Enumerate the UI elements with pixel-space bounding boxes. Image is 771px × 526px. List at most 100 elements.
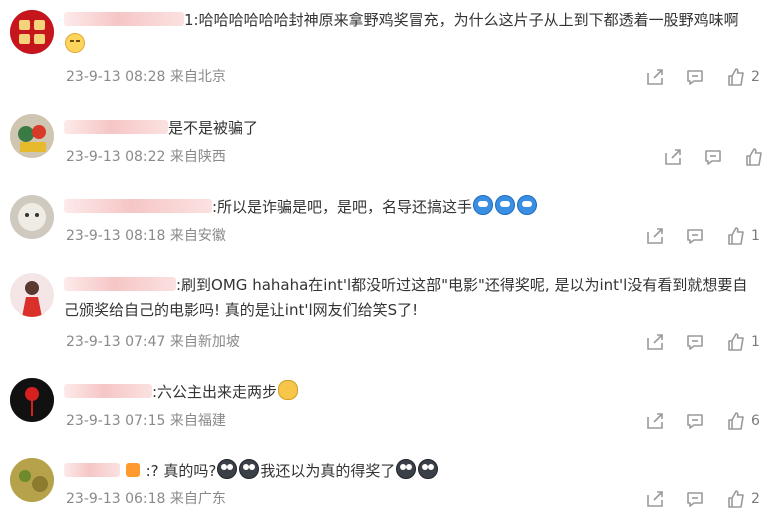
comment-icon bbox=[687, 335, 703, 350]
reply-button[interactable] bbox=[685, 67, 705, 87]
share-button[interactable] bbox=[645, 226, 665, 246]
comment-text: 是不是被骗了 bbox=[64, 116, 755, 141]
comment-item: :六公主出来走两步 23-9-13 07:15 来自福建 6 bbox=[0, 363, 771, 443]
avatar-logo-icon bbox=[10, 10, 54, 54]
comment-meta: 23-9-13 08:28 来自北京 bbox=[66, 69, 226, 85]
owl-emoji-icon bbox=[239, 459, 260, 479]
like-button[interactable] bbox=[726, 489, 746, 509]
avatar-image-icon bbox=[10, 458, 54, 502]
comment-actions: 1 bbox=[640, 332, 765, 354]
share-button[interactable] bbox=[663, 147, 683, 167]
username-redacted[interactable] bbox=[64, 199, 212, 213]
owl-emoji-icon bbox=[396, 459, 417, 479]
username-redacted[interactable] bbox=[64, 12, 184, 26]
comment-item: :所以是诈骗是吧，是吧，名导还搞这手 23-9-13 08:18 来自安徽 1 bbox=[0, 183, 771, 263]
comment-icon bbox=[687, 492, 703, 507]
comment-body-continued: 我还以为真的得奖了 bbox=[260, 462, 396, 480]
comment-text: :六公主出来走两步 bbox=[64, 380, 755, 405]
like-button[interactable] bbox=[726, 332, 746, 352]
share-button[interactable] bbox=[645, 67, 665, 87]
avatar[interactable] bbox=[10, 273, 54, 317]
share-icon bbox=[665, 149, 681, 165]
crying-emoji-icon bbox=[495, 195, 516, 215]
share-icon bbox=[647, 228, 663, 244]
username-redacted[interactable] bbox=[64, 277, 176, 291]
avatar[interactable] bbox=[10, 10, 54, 54]
comment-meta: 23-9-13 07:15 来自福建 bbox=[66, 413, 226, 429]
like-count: 1 bbox=[751, 334, 760, 350]
avatar[interactable] bbox=[10, 458, 54, 502]
like-button[interactable] bbox=[726, 411, 746, 431]
comment-body: :所以是诈骗是吧，是吧，名导还搞这手 bbox=[212, 198, 473, 216]
comment-actions: 6 bbox=[640, 411, 765, 433]
like-button[interactable] bbox=[744, 147, 764, 167]
avatar[interactable] bbox=[10, 195, 54, 239]
comment-item: :? 真的吗? 我还以为真的得奖了 23-9-13 06:18 来自广东 2 bbox=[0, 443, 771, 526]
laugh-emoji-icon bbox=[65, 33, 85, 53]
comment-body: 是不是被骗了 bbox=[168, 119, 259, 137]
comment-icon bbox=[687, 414, 703, 429]
comment-body: :哈哈哈哈哈哈封神原来拿野鸡奖冒充，为什么这片子从上到下都透着一股野鸡味啊 bbox=[193, 11, 739, 29]
like-button[interactable] bbox=[726, 226, 746, 246]
like-button[interactable] bbox=[726, 67, 746, 87]
clapping-emoji-icon bbox=[278, 380, 299, 400]
reply-button[interactable] bbox=[685, 226, 705, 246]
comment-meta: 23-9-13 08:22 来自陕西 bbox=[66, 149, 226, 165]
thumbs-up-icon bbox=[728, 333, 744, 351]
username-redacted[interactable] bbox=[64, 384, 152, 398]
reply-button[interactable] bbox=[703, 147, 723, 167]
comment-text: :? 真的吗? 我还以为真的得奖了 bbox=[64, 459, 755, 484]
thumbs-up-icon bbox=[746, 148, 762, 166]
avatar[interactable] bbox=[10, 378, 54, 422]
thumbs-up-icon bbox=[728, 227, 744, 245]
avatar[interactable] bbox=[10, 114, 54, 158]
reply-button[interactable] bbox=[685, 332, 705, 352]
comment-item: :刷到OMG hahaha在int'l都没听过这部"电影"还得奖呢, 是以为in… bbox=[0, 263, 771, 363]
reply-button[interactable] bbox=[685, 489, 705, 509]
username-suffix: 1 bbox=[184, 11, 194, 29]
owl-emoji-icon bbox=[217, 459, 238, 479]
username-redacted[interactable] bbox=[64, 463, 120, 477]
comment-item: 1:哈哈哈哈哈哈封神原来拿野鸡奖冒充，为什么这片子从上到下都透着一股野鸡味啊 2… bbox=[0, 0, 771, 97]
comment-actions bbox=[658, 147, 768, 169]
comment-text: :刷到OMG hahaha在int'l都没听过这部"电影"还得奖呢, 是以为in… bbox=[64, 273, 755, 323]
share-icon bbox=[647, 491, 663, 507]
like-count: 6 bbox=[751, 413, 760, 429]
share-button[interactable] bbox=[645, 332, 665, 352]
crying-emoji-icon bbox=[517, 195, 538, 215]
comment-meta: 23-9-13 07:47 来自新加坡 bbox=[66, 334, 240, 350]
share-icon bbox=[647, 413, 663, 429]
owl-emoji-icon bbox=[418, 459, 439, 479]
comment-text: :所以是诈骗是吧，是吧，名导还搞这手 bbox=[64, 195, 755, 220]
comment-item: 是不是被骗了 23-9-13 08:22 来自陕西 bbox=[0, 97, 771, 183]
like-count: 2 bbox=[751, 491, 760, 507]
avatar-image-icon bbox=[10, 273, 54, 317]
avatar-image-icon bbox=[10, 114, 54, 158]
comment-actions: 2 bbox=[640, 489, 765, 511]
comment-body: :六公主出来走两步 bbox=[152, 383, 278, 401]
comment-text: 1:哈哈哈哈哈哈封神原来拿野鸡奖冒充，为什么这片子从上到下都透着一股野鸡味啊 bbox=[64, 8, 755, 58]
avatar-image-icon bbox=[10, 378, 54, 422]
reply-button[interactable] bbox=[685, 411, 705, 431]
share-icon bbox=[647, 69, 663, 85]
comment-meta: 23-9-13 08:18 来自安徽 bbox=[66, 228, 226, 244]
username-redacted[interactable] bbox=[64, 120, 168, 134]
like-count: 2 bbox=[751, 69, 760, 85]
thumbs-up-icon bbox=[728, 412, 744, 430]
avatar-image-icon bbox=[10, 195, 54, 239]
thumbs-up-icon bbox=[728, 490, 744, 508]
share-icon bbox=[647, 334, 663, 350]
comment-feed: 1:哈哈哈哈哈哈封神原来拿野鸡奖冒充，为什么这片子从上到下都透着一股野鸡味啊 2… bbox=[0, 0, 771, 526]
comment-icon bbox=[705, 150, 721, 165]
comment-body: :? 真的吗? bbox=[145, 462, 217, 480]
comment-actions: 2 bbox=[640, 67, 765, 89]
thumbs-up-icon bbox=[728, 68, 744, 86]
crown-badge-icon bbox=[125, 463, 140, 477]
comment-icon bbox=[687, 70, 703, 85]
like-count: 1 bbox=[751, 228, 760, 244]
comment-actions: 1 bbox=[640, 226, 765, 248]
share-button[interactable] bbox=[645, 489, 665, 509]
comment-icon bbox=[687, 229, 703, 244]
share-button[interactable] bbox=[645, 411, 665, 431]
comment-meta: 23-9-13 06:18 来自广东 bbox=[66, 491, 226, 507]
